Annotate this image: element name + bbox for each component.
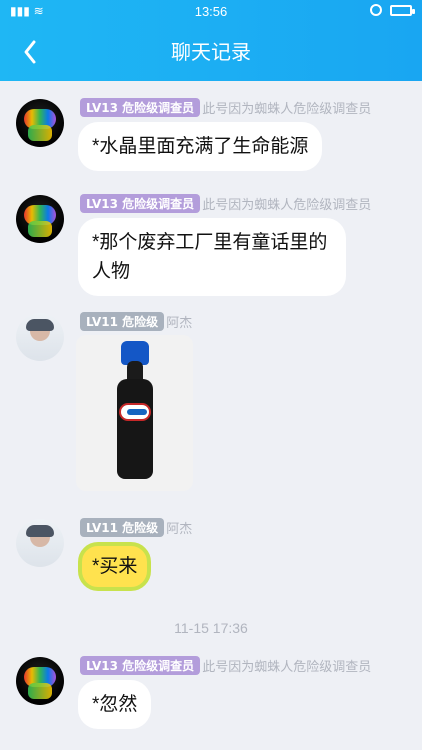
sender-meta: LV13 危险级调查员 此号因为蜘蛛人危险级调查员 [80, 98, 371, 117]
level-badge: LV11 危险级 [80, 518, 165, 537]
avatar[interactable] [16, 99, 64, 147]
level-badge: LV13 危险级调查员 [80, 194, 201, 213]
bottle-photo [117, 341, 153, 483]
sender-meta: LV13 危险级调查员 此号因为蜘蛛人危险级调查员 [80, 656, 371, 675]
avatar[interactable] [16, 195, 64, 243]
message-bubble[interactable]: *水晶里面充满了生命能源 [78, 122, 323, 171]
sender-nickname: 此号因为蜘蛛人危险级调查员 [202, 197, 372, 212]
status-time: 13:56 [194, 4, 228, 19]
battery-icon [390, 4, 415, 16]
bottle-label [119, 403, 151, 421]
timestamp: 11-15 17:36 [174, 620, 248, 636]
image-message[interactable] [76, 335, 193, 491]
message-bubble[interactable]: *那个废弃工厂里有童话里的人物 [78, 218, 346, 296]
sender-nickname: 此号因为蜘蛛人危险级调查员 [202, 101, 372, 116]
status-bar: ▮▮▮ ≋ 13:56 [0, 0, 422, 24]
sender-nickname: 阿杰 [166, 315, 193, 330]
sender-nickname: 此号因为蜘蛛人危险级调查员 [202, 659, 372, 674]
message-bubble[interactable]: *买来 [78, 542, 152, 591]
sender-meta: LV11 危险级 阿杰 [80, 312, 192, 331]
avatar[interactable] [16, 313, 64, 361]
sender-nickname: 阿杰 [166, 521, 193, 536]
sender-meta: LV11 危险级 阿杰 [80, 518, 192, 537]
page-title: 聊天记录 [171, 42, 251, 64]
level-badge: LV13 危险级调查员 [80, 98, 201, 117]
level-badge: LV11 危险级 [80, 312, 165, 331]
status-right-icons [370, 4, 415, 16]
alarm-icon [370, 4, 382, 16]
message-bubble[interactable]: *忽然 [78, 680, 152, 729]
navigation-bar: 聊天记录 [0, 24, 422, 81]
bottle-body [117, 379, 153, 479]
chat-history[interactable]: LV13 危险级调查员 此号因为蜘蛛人危险级调查员 *水晶里面充满了生命能源 L… [0, 81, 422, 750]
avatar[interactable] [16, 519, 64, 567]
level-badge: LV13 危险级调查员 [80, 656, 201, 675]
app-header: ▮▮▮ ≋ 13:56 聊天记录 [0, 0, 422, 81]
sender-meta: LV13 危险级调查员 此号因为蜘蛛人危险级调查员 [80, 194, 371, 213]
avatar[interactable] [16, 657, 64, 705]
